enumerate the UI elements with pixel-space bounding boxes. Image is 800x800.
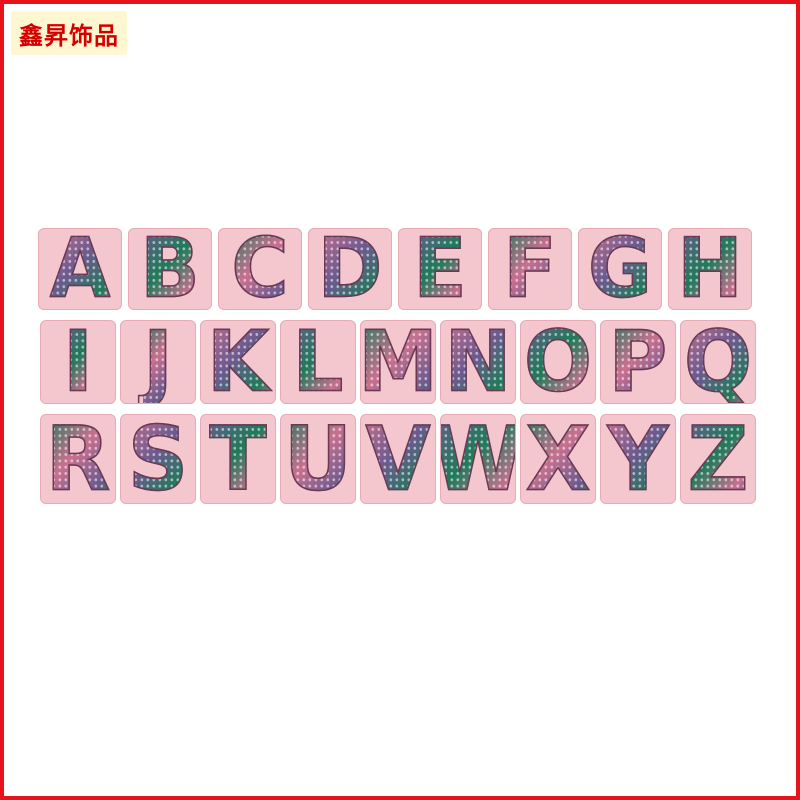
letter-r: R — [45, 414, 111, 504]
letter-u: U — [283, 414, 353, 504]
letter-q: Q — [683, 320, 753, 404]
letter-patches-display: ABCDEFGH IJKLMNOPQ RSTUVWXYZ — [0, 0, 800, 800]
letter-d: D — [317, 228, 383, 310]
letter-patch-a: A — [38, 228, 122, 310]
letter-z: Z — [687, 414, 749, 504]
letter-x: X — [525, 414, 591, 504]
letter-patch-i: I — [40, 320, 116, 404]
letter-s: S — [127, 414, 189, 504]
letter-patch-x: X — [520, 414, 596, 504]
letter-patch-b: B — [128, 228, 212, 310]
letter-patch-j: J — [120, 320, 196, 404]
letter-patch-s: S — [120, 414, 196, 504]
letter-patch-r: R — [40, 414, 116, 504]
letter-patch-l: L — [280, 320, 356, 404]
letter-patch-g: G — [578, 228, 662, 310]
letter-patch-q: Q — [680, 320, 756, 404]
letter-patch-k: K — [200, 320, 276, 404]
letter-v: V — [365, 414, 431, 504]
letter-row-3: RSTUVWXYZ — [40, 414, 756, 504]
letter-p: P — [608, 320, 668, 404]
letter-i: I — [62, 320, 94, 404]
letter-patch-v: V — [360, 414, 436, 504]
letter-a: A — [49, 228, 111, 310]
letter-w: W — [441, 415, 515, 503]
letter-patch-y: Y — [600, 414, 676, 504]
letter-e: E — [413, 228, 467, 310]
letter-patch-f: F — [488, 228, 572, 310]
letter-patch-c: C — [218, 228, 302, 310]
letter-patch-d: D — [308, 228, 392, 310]
letter-b: B — [140, 228, 200, 310]
letter-k: K — [206, 320, 270, 404]
letter-patch-e: E — [398, 228, 482, 310]
letter-y: Y — [607, 414, 669, 504]
letter-patch-o: O — [520, 320, 596, 404]
letter-l: L — [292, 320, 344, 404]
letter-f: F — [503, 228, 557, 310]
letter-o: O — [523, 320, 593, 404]
letter-row-2: IJKLMNOPQ — [40, 320, 756, 404]
letter-patch-n: N — [440, 320, 516, 404]
letter-h: H — [677, 228, 743, 310]
letter-m: M — [360, 320, 436, 404]
letter-patch-m: M — [360, 320, 436, 404]
letter-c: C — [231, 228, 289, 310]
letter-patch-t: T — [200, 414, 276, 504]
letter-n: N — [444, 320, 512, 404]
letter-patch-w: W — [440, 414, 516, 504]
letter-j: J — [142, 320, 174, 404]
letter-patch-h: H — [668, 228, 752, 310]
letter-patch-u: U — [280, 414, 356, 504]
letter-row-1: ABCDEFGH — [38, 228, 752, 310]
letter-g: G — [587, 228, 653, 310]
letter-patch-z: Z — [680, 414, 756, 504]
letter-t: T — [209, 414, 267, 504]
letter-patch-p: P — [600, 320, 676, 404]
